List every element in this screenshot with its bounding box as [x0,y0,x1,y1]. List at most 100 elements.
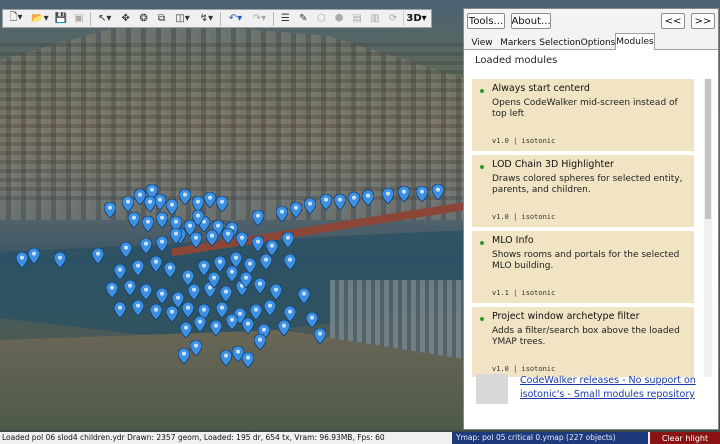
status-bar: Loaded pol 06 slod4 children.ydr Drawn: … [0,432,720,444]
snap-icon[interactable]: ↯▾ [196,11,218,26]
tools-button[interactable]: Tools... [467,13,505,29]
collapse-right-button[interactable]: >> [691,13,715,29]
map-marker-pin-icon [270,284,282,300]
open-folder-icon[interactable]: 📂▾ [29,11,51,26]
tab-modules[interactable]: Modules [615,33,655,50]
map-marker-pin-icon [16,252,28,268]
tab-markers[interactable]: Markers [498,35,538,50]
list-item[interactable]: MLO Info Shows rooms and portals for the… [472,231,694,303]
save-icon[interactable]: 💾 [53,11,69,26]
toolbar-separator [273,11,275,26]
map-marker-pin-icon [150,304,162,320]
map-marker-pin-icon [178,348,190,364]
map-marker-pin-icon [190,232,202,248]
tab-view[interactable]: View [468,35,496,50]
map-marker-pin-icon [54,252,66,268]
map-marker-pin-icon [240,272,252,288]
map-marker-pin-icon [140,238,152,254]
panel-header: Tools... About... << >> [464,9,718,33]
map-marker-pin-icon [334,194,346,210]
collapse-left-button[interactable]: << [661,13,685,29]
map-marker-pin-icon [144,196,156,212]
map-marker-pin-icon [348,192,360,208]
tab-selection[interactable]: Selection [539,35,580,50]
scale-icon[interactable]: ⧉ [154,11,170,26]
map-marker-pin-icon [214,256,226,272]
map-marker-pin-icon [208,272,220,288]
module-description: Adds a filter/search box above the loade… [492,326,680,347]
map-marker-pin-icon [114,302,126,318]
new-file-icon[interactable]: 🗋▾ [5,11,27,26]
map-marker-pin-icon [382,188,394,204]
map-marker-pin-icon [166,306,178,322]
map-marker-pin-icon [320,194,332,210]
map-marker-pin-icon [156,288,168,304]
city-buildings [0,40,470,200]
enabled-dot-icon [480,317,484,321]
codewalker-releases-link[interactable]: CodeWalker releases - No support on [520,375,696,386]
delete-entity-icon[interactable]: ▥ [367,11,383,26]
map-marker-pin-icon [128,212,140,228]
module-description: Opens CodeWalker mid-screen instead of t… [492,98,678,119]
list-item[interactable]: Project window archetype filter Adds a f… [472,307,694,377]
map-marker-pin-icon [28,248,40,264]
map-marker-pin-icon [276,206,288,222]
scrollbar-thumb[interactable] [705,79,711,219]
module-list: Always start centerd Opens CodeWalker mi… [472,79,704,377]
map-marker-pin-icon [298,288,310,304]
about-button[interactable]: About... [511,13,551,29]
move-icon[interactable]: ✥ [118,11,134,26]
toolbar-separator [89,11,91,26]
map-marker-pin-icon [362,190,374,206]
refresh-icon[interactable]: ⟳ [385,11,401,26]
list-item[interactable]: LOD Chain 3D Highlighter Draws colored s… [472,155,694,227]
transform-space-icon[interactable]: ◫▾ [172,11,194,26]
paste-entity-icon[interactable]: ▤ [349,11,365,26]
module-list-scrollbar[interactable] [704,79,712,377]
map-marker-pin-icon [122,196,134,212]
map-marker-pin-icon [132,260,144,276]
map-marker-pin-icon [222,228,234,244]
repository-thumbnail [476,374,508,404]
modules-repository-link[interactable]: isotonic's - Small modules repository [520,389,695,400]
redo-icon[interactable]: ↷▾ [248,11,270,26]
copy-entity-icon[interactable]: ⬢ [331,11,347,26]
tab-options[interactable]: Options [581,35,616,50]
map-marker-pin-icon [254,278,266,294]
map-marker-pin-icon [226,266,238,282]
enabled-dot-icon [480,241,484,245]
map-marker-pin-icon [132,300,144,316]
map-marker-pin-icon [150,256,162,272]
info-icon[interactable]: ☰ [277,11,293,26]
module-version: v1.0 | isotonic [492,213,556,221]
save-all-icon[interactable]: ▣ [71,11,87,26]
map-marker-pin-icon [180,322,192,338]
map-marker-pin-icon [290,202,302,218]
map-marker-pin-icon [179,189,191,205]
map-marker-pin-icon [432,184,444,200]
module-description: Shows rooms and portals for the selected… [492,250,680,271]
module-version: v1.0 | isotonic [492,365,556,373]
undo-icon[interactable]: ↶▾ [224,11,246,26]
render-mode-dropdown[interactable]: 3D ▾ [403,11,429,26]
rotate-icon[interactable]: ❂ [136,11,152,26]
section-title: Loaded modules [475,55,558,66]
map-marker-pin-icon [242,318,254,334]
pointer-select-icon[interactable]: ↖▾ [94,11,116,26]
map-marker-pin-icon [120,242,132,258]
render-stats: Loaded pol 06 slod4 children.ydr Drawn: … [2,433,385,442]
map-marker-pin-icon [254,334,266,350]
add-entity-icon[interactable]: ⬡ [313,11,329,26]
module-name: Always start centerd [492,83,590,94]
tools-panel: Tools... About... << >> View Markers Sel… [463,8,719,430]
map-marker-pin-icon [284,254,296,270]
module-version: v1.0 | isotonic [492,137,556,145]
map-marker-pin-icon [192,210,204,226]
clear-highlight-button[interactable]: Clear hlight [650,432,720,444]
map-marker-pin-icon [182,302,194,318]
map-marker-pin-icon [156,212,168,228]
main-toolbar: 🗋▾ 📂▾ 💾 ▣ ↖▾ ✥ ❂ ⧉ ◫▾ ↯▾ ↶▾ ↷▾ ☰ ✎ ⬡ ⬢ ▤… [2,9,432,28]
paint-icon[interactable]: ✎ [295,11,311,26]
list-item[interactable]: Always start centerd Opens CodeWalker mi… [472,79,694,151]
map-marker-pin-icon [216,196,228,212]
